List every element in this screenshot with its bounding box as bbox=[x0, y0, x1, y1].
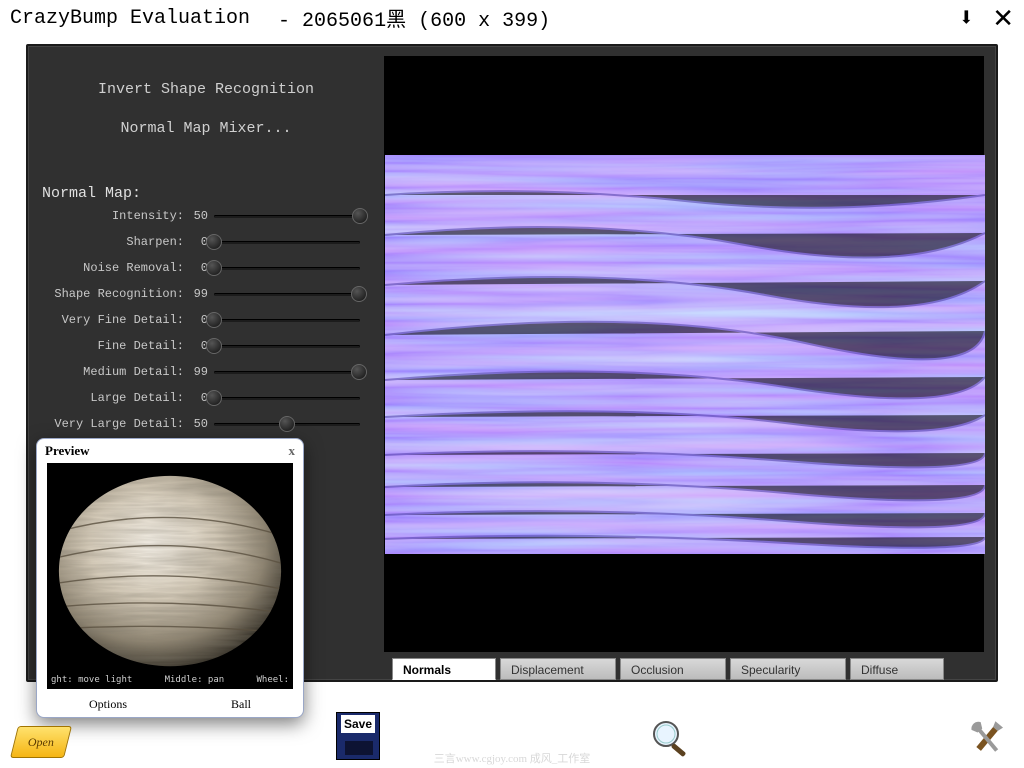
save-button-label: Save bbox=[341, 715, 375, 733]
normal-map-mixer-button[interactable]: Normal Map Mixer... bbox=[42, 120, 370, 137]
slider[interactable] bbox=[214, 260, 360, 276]
map-type-tabs: NormalsDisplacementOcclusionSpecularityD… bbox=[392, 658, 944, 680]
file-title: - 2065061黑 (600 x 399) bbox=[278, 3, 550, 33]
slider-label: Sharpen: bbox=[42, 235, 184, 249]
slider-label: Shape Recognition: bbox=[42, 287, 184, 301]
slider-row: Shape Recognition:99 bbox=[42, 282, 370, 306]
preview-3d-viewport[interactable]: ght: move light Middle: pan Wheel: bbox=[47, 463, 293, 689]
slider[interactable] bbox=[214, 416, 360, 432]
magnifier-icon[interactable] bbox=[648, 716, 692, 760]
slider-row: Intensity:50 bbox=[42, 204, 370, 228]
tab-occlusion[interactable]: Occlusion bbox=[620, 658, 726, 680]
slider-label: Fine Detail: bbox=[42, 339, 184, 353]
preview-options-button[interactable]: Options bbox=[89, 697, 127, 712]
preview-window[interactable]: Preview x bbox=[36, 438, 304, 718]
slider-row: Very Large Detail:50 bbox=[42, 412, 370, 436]
slider[interactable] bbox=[214, 364, 360, 380]
tab-displacement[interactable]: Displacement bbox=[500, 658, 616, 680]
preview-ball-button[interactable]: Ball bbox=[231, 697, 251, 712]
slider[interactable] bbox=[214, 234, 360, 250]
preview-hints: ght: move light Middle: pan Wheel: bbox=[47, 675, 293, 689]
slider-row: Large Detail:0 bbox=[42, 386, 370, 410]
slider-row: Very Fine Detail:0 bbox=[42, 308, 370, 332]
slider-value: 50 bbox=[184, 209, 208, 223]
slider-label: Large Detail: bbox=[42, 391, 184, 405]
slider[interactable] bbox=[214, 286, 360, 302]
normal-map-viewport[interactable] bbox=[384, 56, 984, 652]
slider-value: 0 bbox=[184, 313, 208, 327]
slider-label: Very Fine Detail: bbox=[42, 313, 184, 327]
slider-label: Intensity: bbox=[42, 209, 184, 223]
slider-row: Medium Detail:99 bbox=[42, 360, 370, 384]
slider-value: 0 bbox=[184, 261, 208, 275]
tab-specularity[interactable]: Specularity bbox=[730, 658, 846, 680]
slider-value: 99 bbox=[184, 365, 208, 379]
slider[interactable] bbox=[214, 390, 360, 406]
tools-icon[interactable] bbox=[964, 716, 1010, 762]
slider[interactable] bbox=[214, 312, 360, 328]
normal-map-image bbox=[385, 155, 985, 554]
open-button[interactable]: Open bbox=[10, 726, 72, 758]
slider[interactable] bbox=[214, 338, 360, 354]
save-button[interactable]: Save bbox=[336, 712, 380, 760]
slider-value: 99 bbox=[184, 287, 208, 301]
slider-label: Medium Detail: bbox=[42, 365, 184, 379]
slider[interactable] bbox=[214, 208, 360, 224]
tab-diffuse[interactable]: Diffuse bbox=[850, 658, 944, 680]
invert-shape-recognition-button[interactable]: Invert Shape Recognition bbox=[42, 81, 370, 98]
preview-title: Preview bbox=[45, 443, 90, 459]
slider-label: Very Large Detail: bbox=[42, 417, 184, 431]
slider-value: 0 bbox=[184, 391, 208, 405]
normal-map-section-title: Normal Map: bbox=[42, 185, 370, 202]
download-icon[interactable]: ⬇ bbox=[959, 3, 975, 34]
slider-value: 50 bbox=[184, 417, 208, 431]
preview-close-icon[interactable]: x bbox=[289, 443, 296, 459]
slider-value: 0 bbox=[184, 235, 208, 249]
close-icon[interactable]: ✕ bbox=[992, 3, 1014, 34]
slider-row: Noise Removal:0 bbox=[42, 256, 370, 280]
slider-row: Fine Detail:0 bbox=[42, 334, 370, 358]
app-title: CrazyBump Evaluation bbox=[10, 7, 250, 30]
slider-value: 0 bbox=[184, 339, 208, 353]
slider-label: Noise Removal: bbox=[42, 261, 184, 275]
tab-normals[interactable]: Normals bbox=[392, 658, 496, 680]
titlebar: CrazyBump Evaluation - 2065061黑 (600 x 3… bbox=[0, 0, 1024, 36]
slider-row: Sharpen:0 bbox=[42, 230, 370, 254]
watermark: 三言www.cgjoy.com 成风_工作室 bbox=[0, 750, 1024, 766]
controls-panel: Invert Shape Recognition Normal Map Mixe… bbox=[42, 56, 370, 436]
